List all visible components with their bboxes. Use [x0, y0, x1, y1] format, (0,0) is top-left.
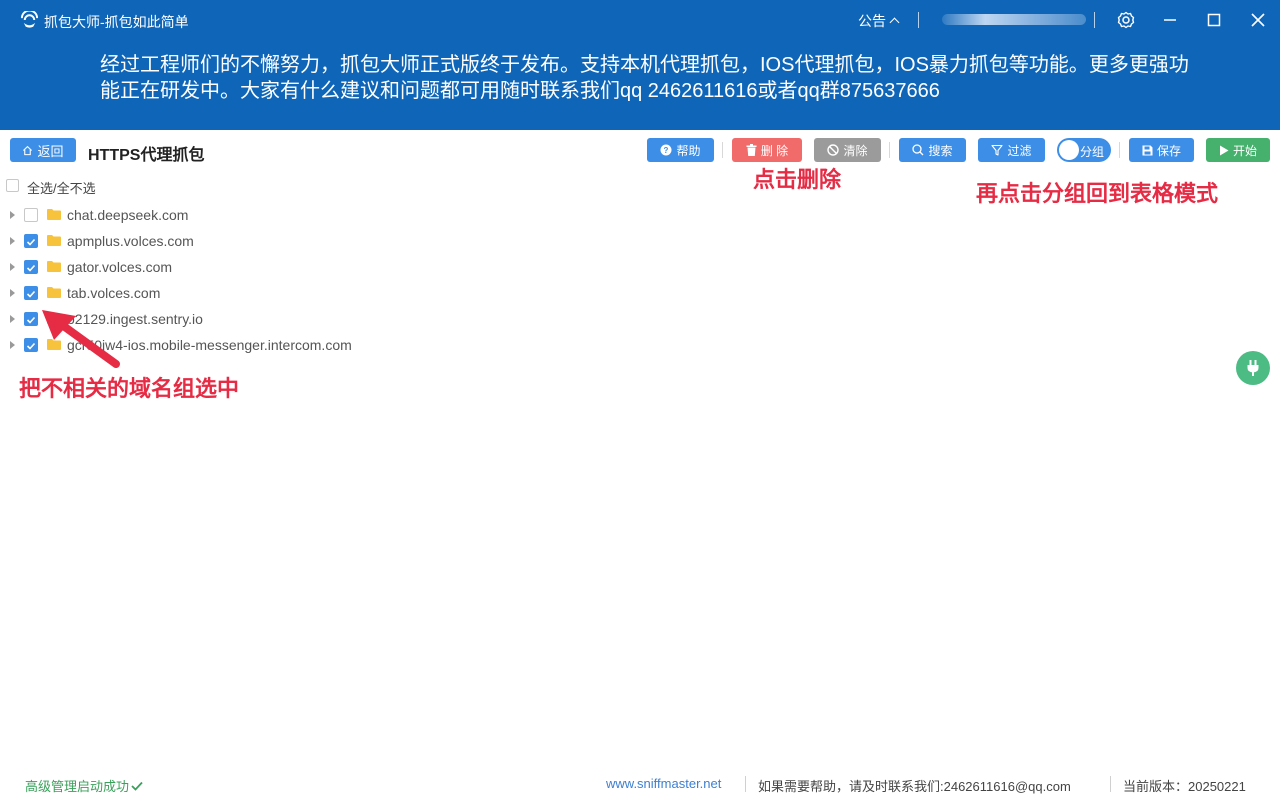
domain-checkbox[interactable] — [24, 312, 38, 326]
save-disk-icon — [1142, 145, 1153, 155]
folder-icon — [47, 209, 61, 220]
expand-caret-icon[interactable] — [10, 263, 15, 271]
save-button[interactable]: 保存 — [1129, 138, 1194, 162]
group-label: 分组 — [1080, 145, 1105, 159]
help-label: 帮助 — [676, 143, 701, 158]
help-button[interactable]: ? 帮助 — [647, 138, 714, 162]
domain-checkbox[interactable] — [24, 260, 38, 274]
folder-icon — [47, 287, 61, 298]
domain-checkbox[interactable] — [24, 286, 38, 300]
annotation-group-hint: 再点击分组回到表格模式 — [976, 182, 1219, 207]
select-all-checkbox[interactable] — [6, 179, 19, 192]
domain-name: tab.volces.com — [67, 285, 161, 301]
user-account-blurred[interactable] — [942, 14, 1086, 25]
search-label: 搜索 — [928, 143, 953, 158]
filter-label: 过滤 — [1007, 143, 1032, 158]
page-title: HTTPS代理抓包 — [88, 147, 205, 164]
trash-icon — [746, 144, 757, 156]
domain-row[interactable]: tab.volces.com — [0, 280, 400, 306]
app-title: 抓包大师-抓包如此简单 — [44, 14, 189, 30]
clear-label: 清除 — [843, 143, 868, 158]
toolbar-divider — [1119, 142, 1120, 158]
toggle-knob — [1059, 140, 1079, 160]
check-icon — [131, 781, 143, 791]
domain-row[interactable]: chat.deepseek.com — [0, 202, 400, 228]
start-label: 开始 — [1232, 143, 1257, 158]
footer-divider — [745, 776, 746, 792]
checkmark-icon — [26, 316, 36, 324]
notice-toggle[interactable]: 公告 — [858, 11, 900, 31]
delete-button[interactable]: 删 除 — [732, 138, 802, 162]
domain-checkbox[interactable] — [24, 338, 38, 352]
domain-checkbox[interactable] — [24, 208, 38, 222]
folder-icon — [47, 235, 61, 246]
maximize-icon[interactable] — [1204, 10, 1224, 30]
website-link[interactable]: www.sniffmaster.net — [606, 776, 721, 791]
domain-name: apmplus.volces.com — [67, 233, 194, 249]
filter-button[interactable]: 过滤 — [978, 138, 1045, 162]
annotation-delete-hint: 点击删除 — [753, 168, 842, 193]
select-all-label: 全选/全不选 — [27, 181, 96, 196]
domain-name: gator.volces.com — [67, 259, 173, 275]
annotation-arrow-icon — [42, 310, 120, 368]
domain-row[interactable]: apmplus.volces.com — [0, 228, 400, 254]
expand-caret-icon[interactable] — [10, 315, 15, 323]
help-contact-text: 如果需要帮助，请及时联系我们:2462611616@qq.com — [758, 779, 1071, 794]
folder-icon — [47, 261, 61, 272]
filter-icon — [991, 144, 1004, 156]
checkmark-icon — [26, 290, 36, 298]
delete-label: 删 除 — [760, 143, 789, 158]
expand-caret-icon[interactable] — [10, 237, 15, 245]
plug-icon — [1247, 360, 1259, 376]
svg-text:?: ? — [664, 146, 669, 155]
close-icon[interactable] — [1248, 10, 1268, 30]
domain-row[interactable]: gator.volces.com — [0, 254, 400, 280]
title-divider — [918, 12, 919, 28]
question-icon: ? — [660, 144, 672, 156]
status-text: 高级管理启动成功 — [25, 776, 143, 795]
checkmark-icon — [26, 342, 36, 350]
checkmark-icon — [26, 264, 36, 272]
play-icon — [1219, 145, 1229, 155]
expand-caret-icon[interactable] — [10, 341, 15, 349]
announcement-banner: 经过工程师们的不懈努力，抓包大师正式版终于发布。支持本机代理抓包，IOS代理抓包… — [0, 40, 1280, 130]
settings-gear-icon[interactable] — [1116, 10, 1136, 30]
app-logo-icon — [20, 11, 39, 28]
checkmark-icon — [26, 238, 36, 246]
home-icon — [23, 145, 33, 155]
toolbar-divider — [722, 142, 723, 158]
notice-label: 公告 — [858, 13, 886, 29]
expand-caret-icon[interactable] — [10, 289, 15, 297]
title-bar: 抓包大师-抓包如此简单 公告 — [0, 0, 1280, 40]
toolbar-divider — [889, 142, 890, 158]
back-button[interactable]: 返回 — [10, 138, 76, 162]
minimize-icon[interactable] — [1160, 10, 1180, 30]
annotation-select-hint: 把不相关的域名组选中 — [19, 377, 240, 402]
search-button[interactable]: 搜索 — [899, 138, 966, 162]
chevron-up-icon — [889, 17, 900, 28]
expand-caret-icon[interactable] — [10, 211, 15, 219]
status-label: 高级管理启动成功 — [25, 779, 130, 794]
domain-checkbox[interactable] — [24, 234, 38, 248]
status-bar: 高级管理启动成功 www.sniffmaster.net 如果需要帮助，请及时联… — [0, 770, 1280, 798]
version-text: 当前版本：20250221 — [1123, 779, 1246, 794]
save-label: 保存 — [1156, 143, 1181, 158]
domain-name: chat.deepseek.com — [67, 207, 189, 223]
search-icon — [912, 144, 924, 156]
back-label: 返回 — [37, 143, 64, 159]
footer-divider — [1110, 776, 1111, 792]
group-toggle[interactable]: 分组 — [1057, 138, 1111, 162]
title-divider — [1094, 12, 1095, 28]
plugin-float-button[interactable] — [1236, 351, 1270, 385]
announcement-text: 经过工程师们的不懈努力，抓包大师正式版终于发布。支持本机代理抓包，IOS代理抓包… — [100, 54, 1189, 102]
clear-button[interactable]: 清除 — [814, 138, 881, 162]
ban-icon — [827, 144, 840, 156]
start-button[interactable]: 开始 — [1206, 138, 1270, 162]
